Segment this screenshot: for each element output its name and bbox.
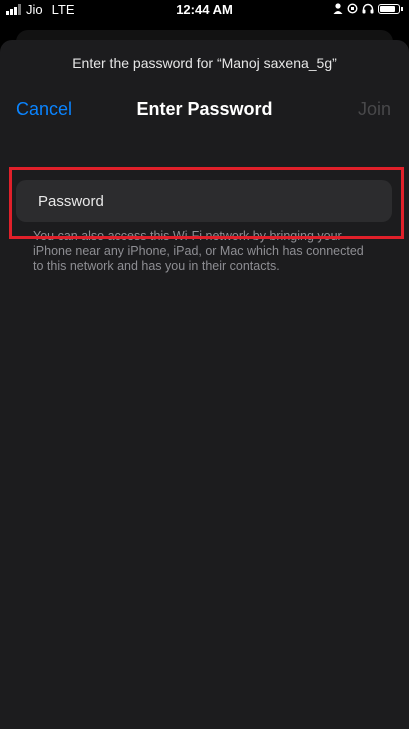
status-bar: Jio LTE 12:44 AM [0, 0, 409, 20]
highlight-annotation [9, 167, 404, 239]
orientation-lock-icon [347, 3, 358, 14]
battery-icon [378, 3, 400, 14]
sheet-nav-bar: Cancel Enter Password Join [0, 99, 409, 123]
password-sheet: Enter the password for “Manoj saxena_5g”… [0, 40, 409, 729]
status-right [333, 3, 403, 14]
network-prompt: Enter the password for “Manoj saxena_5g” [72, 55, 337, 71]
headphones-icon [362, 3, 374, 14]
battery-tip [401, 6, 403, 11]
sheet-title: Enter Password [136, 99, 273, 119]
join-button[interactable]: Join [358, 99, 391, 120]
person-icon [333, 3, 343, 14]
